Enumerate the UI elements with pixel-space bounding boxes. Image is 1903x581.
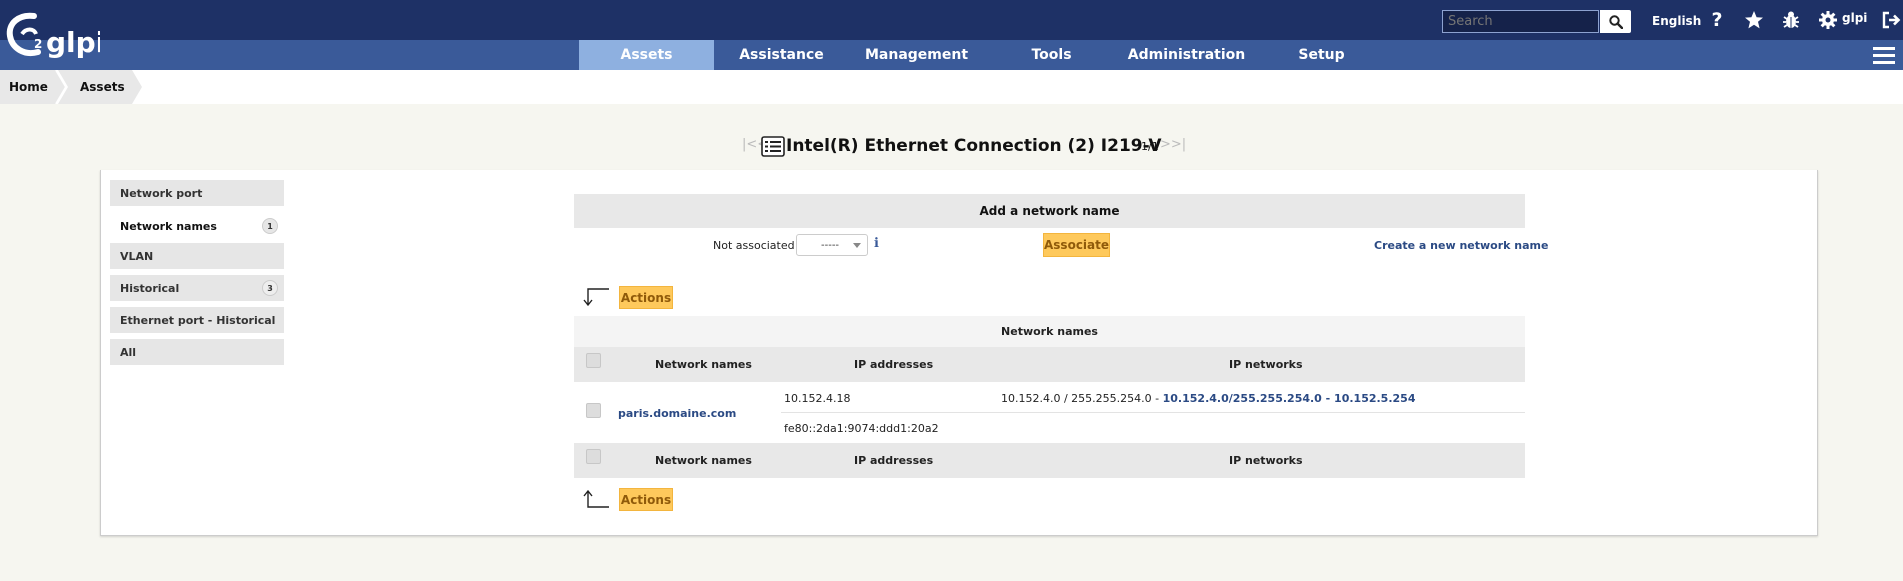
tab-label: All: [120, 345, 137, 359]
ip-address: 10.152.4.18: [784, 392, 851, 405]
menu-tools[interactable]: Tools: [984, 40, 1119, 70]
bug-icon[interactable]: [1780, 9, 1802, 31]
count-badge: 1: [262, 218, 278, 234]
hamburger-menu-icon[interactable]: [1873, 45, 1895, 65]
network-name-select[interactable]: -----: [796, 234, 868, 256]
tab-historical[interactable]: Historical 3: [110, 275, 284, 301]
menu-administration[interactable]: Administration: [1119, 40, 1254, 70]
tab-label: Historical: [120, 281, 180, 295]
tab-network-port[interactable]: Network port: [110, 180, 284, 206]
tab-network-names[interactable]: Network names 1: [110, 213, 284, 239]
select-all-checkbox[interactable]: [586, 353, 601, 368]
tab-label: VLAN: [120, 249, 154, 263]
svg-text:2: 2: [34, 37, 42, 51]
column-network-names[interactable]: Network names: [655, 358, 752, 371]
create-network-name-link[interactable]: Create a new network name: [1374, 239, 1548, 252]
chevron-down-icon: [853, 243, 861, 248]
logo-text: glpi: [46, 26, 100, 59]
ip-network-prefix: 10.152.4.0 / 255.255.254.0 -: [1001, 392, 1163, 405]
search-input[interactable]: [1442, 10, 1599, 33]
select-value: -----: [821, 239, 840, 251]
network-name-link[interactable]: paris.domaine.com: [618, 407, 736, 420]
associate-button[interactable]: Associate: [1043, 233, 1110, 257]
tab-label: Network names: [120, 219, 217, 233]
column-ip-addresses[interactable]: IP addresses: [854, 454, 933, 467]
language-selector[interactable]: English: [1652, 14, 1701, 28]
column-ip-addresses[interactable]: IP addresses: [854, 358, 933, 371]
tab-ethernet-port-historical[interactable]: Ethernet port - Historical: [110, 307, 284, 333]
ip-network-link[interactable]: 10.152.4.0/255.255.254.0 - 10.152.5.254: [1163, 392, 1416, 405]
menu-management[interactable]: Management: [849, 40, 984, 70]
tab-all[interactable]: All: [110, 339, 284, 365]
select-all-checkbox[interactable]: [586, 449, 601, 464]
table-caption: Network names: [574, 316, 1525, 347]
count-badge: 3: [262, 280, 278, 296]
tab-label: Network port: [120, 186, 203, 200]
help-icon[interactable]: ?: [1706, 9, 1728, 31]
not-associated-label: Not associated: [713, 239, 795, 252]
search-icon: [1608, 14, 1623, 29]
user-menu[interactable]: glpi: [1842, 11, 1867, 25]
breadcrumb-assets[interactable]: Assets: [80, 70, 125, 104]
breadcrumb-home[interactable]: Home: [9, 70, 48, 104]
arrow-down-left-icon: [582, 287, 610, 307]
column-ip-networks[interactable]: IP networks: [1229, 358, 1303, 371]
actions-button-bottom[interactable]: Actions: [619, 488, 673, 511]
item-counter: 1/1: [1141, 140, 1159, 153]
glpi-logo[interactable]: 2 glpi: [4, 6, 105, 66]
info-icon[interactable]: ℹ: [874, 236, 879, 251]
menu-setup[interactable]: Setup: [1254, 40, 1389, 70]
search-button[interactable]: [1600, 10, 1631, 33]
tab-vlan[interactable]: VLAN: [110, 243, 284, 269]
column-ip-networks[interactable]: IP networks: [1229, 454, 1303, 467]
ip-network-cell: 10.152.4.0 / 255.255.254.0 - 10.152.4.0/…: [1001, 392, 1415, 405]
menu-assistance[interactable]: Assistance: [714, 40, 849, 70]
menu-assets[interactable]: Assets: [579, 40, 714, 70]
ip-address: fe80::2da1:9074:ddd1:20a2: [784, 422, 939, 435]
arrow-up-left-icon: [582, 489, 610, 509]
last-item-nav[interactable]: >>|: [1160, 137, 1186, 152]
list-icon[interactable]: [761, 136, 785, 157]
add-network-name-header: Add a network name: [574, 194, 1525, 228]
row-checkbox[interactable]: [586, 403, 601, 418]
row-divider: [781, 412, 1525, 413]
gear-icon[interactable]: [1817, 9, 1839, 31]
column-network-names[interactable]: Network names: [655, 454, 752, 467]
actions-button-top[interactable]: Actions: [619, 286, 673, 309]
page-title: Intel(R) Ethernet Connection (2) I219-V: [786, 136, 1162, 156]
logout-icon[interactable]: [1880, 9, 1902, 31]
tab-label: Ethernet port - Historical: [120, 313, 276, 327]
breadcrumb: [0, 70, 1903, 104]
star-icon[interactable]: [1743, 9, 1765, 31]
